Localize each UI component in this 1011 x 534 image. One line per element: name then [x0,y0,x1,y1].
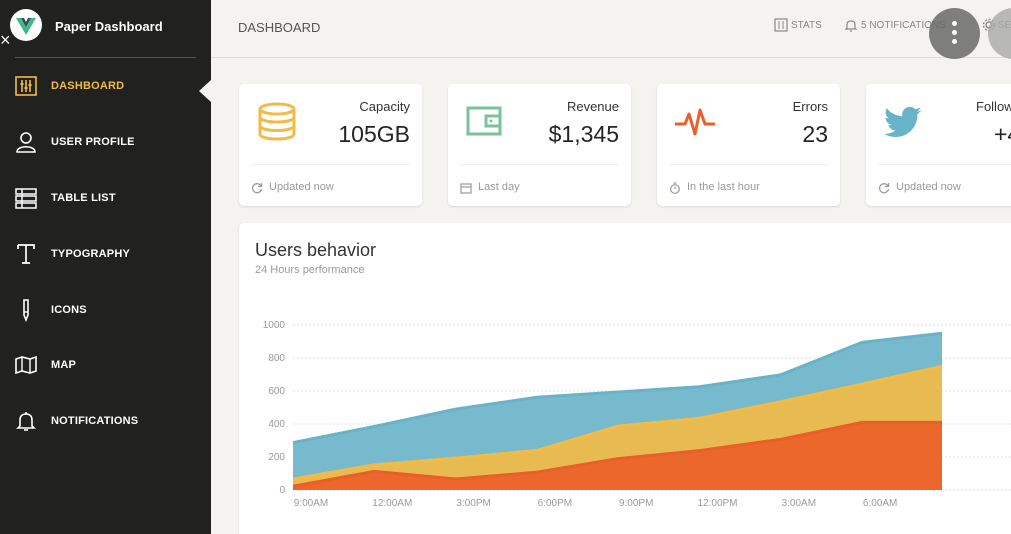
stats-icon[interactable] [774,18,788,32]
sidebar-item-label: TYPOGRAPHY [51,248,131,260]
refresh-icon [878,181,890,194]
y-tick-label: 200 [268,452,285,463]
close-icon[interactable]: × [0,31,16,49]
pulse-icon [673,102,717,142]
card-footer: Updated now [269,181,334,193]
sidebar-item-label: MAP [51,359,77,371]
table-list-icon [14,186,38,210]
card-footer: In the last hour [687,181,760,193]
brand-divider [15,57,196,58]
card-divider [460,164,619,165]
stat-card-errors: Errors 23 In the last hour [657,84,840,206]
bell-icon[interactable] [844,18,858,32]
card-value: 105GB [338,121,410,147]
card-category: Revenue [566,99,619,114]
sidebar-item-map[interactable]: MAP [0,345,211,385]
sidebar-item-label: TABLE LIST [51,192,116,204]
panel-settings-icon [14,74,38,98]
map-icon [14,353,38,377]
x-tick-label: 3:00PM [456,498,490,509]
stat-card-capacity: Capacity 105GB Updated now [239,84,422,206]
sidebar-item-label: USER PROFILE [51,136,135,148]
y-tick-label: 1000 [263,320,286,331]
user-icon [14,130,38,154]
card-footer: Last day [478,181,520,193]
sidebar-item-typography[interactable]: TYPOGRAPHY [0,234,211,274]
card-value: +4 [994,121,1011,147]
y-tick-label: 400 [268,419,285,430]
timer-icon [669,181,681,194]
card-divider [669,164,828,165]
brand[interactable]: Paper Dashboard [0,0,211,58]
sidebar-item-user-profile[interactable]: USER PROFILE [0,122,211,162]
sidebar-item-dashboard[interactable]: DASHBOARD [0,66,211,106]
database-icon [255,102,299,142]
sidebar-item-label: DASHBOARD [51,80,125,92]
sidebar-item-label: NOTIFICATIONS [51,415,139,427]
sidebar: Paper Dashboard × DASHBOARD USER PROFILE… [0,0,211,534]
x-tick-label: 6:00AM [863,498,897,509]
card-category: Capacity [359,99,410,114]
card-category: Errors [792,99,828,114]
x-tick-label: 9:00AM [294,498,328,509]
stat-card-followers: Follow +4 Updated now [866,84,1011,206]
users-behavior-chart: 0 200 400 600 800 1000 9:00AM 12:00AM 3:00PM 6:00… [263,320,1011,509]
calendar-icon [460,181,472,194]
x-tick-label: 12:00PM [697,498,737,509]
more-options-icon[interactable] [929,8,980,59]
typography-icon [14,242,38,266]
wallet-icon [464,102,508,142]
stats-link[interactable]: STATS [791,20,822,31]
users-behavior-card: Users behavior 24 Hours performance 0 200… [239,223,1011,534]
y-tick-label: 600 [268,386,285,397]
x-tick-label: 9:00PM [619,498,653,509]
bell-icon [14,409,38,433]
sidebar-item-notifications[interactable]: NOTIFICATIONS [0,401,211,441]
pencil-icon [14,298,38,323]
card-divider [251,164,410,165]
sidebar-item-icons[interactable]: ICONS [0,290,211,330]
refresh-icon [251,181,263,194]
card-category: Follow [976,99,1011,114]
card-divider [878,164,1011,165]
twitter-icon [882,102,926,142]
x-tick-label: 6:00PM [538,498,572,509]
card-footer: Updated now [896,181,961,193]
sidebar-item-table-list[interactable]: TABLE LIST [0,178,211,218]
page-title: DASHBOARD [238,20,321,35]
stat-card-revenue: Revenue $1,345 Last day [448,84,631,206]
y-tick-label: 0 [279,485,285,496]
card-value: 23 [802,121,828,147]
card-value: $1,345 [548,121,619,147]
x-tick-label: 12:00AM [372,498,412,509]
brand-title: Paper Dashboard [55,19,163,34]
y-tick-label: 800 [268,353,285,364]
x-tick-label: 3:00AM [782,498,816,509]
active-indicator [199,80,211,102]
sidebar-item-label: ICONS [51,304,87,316]
